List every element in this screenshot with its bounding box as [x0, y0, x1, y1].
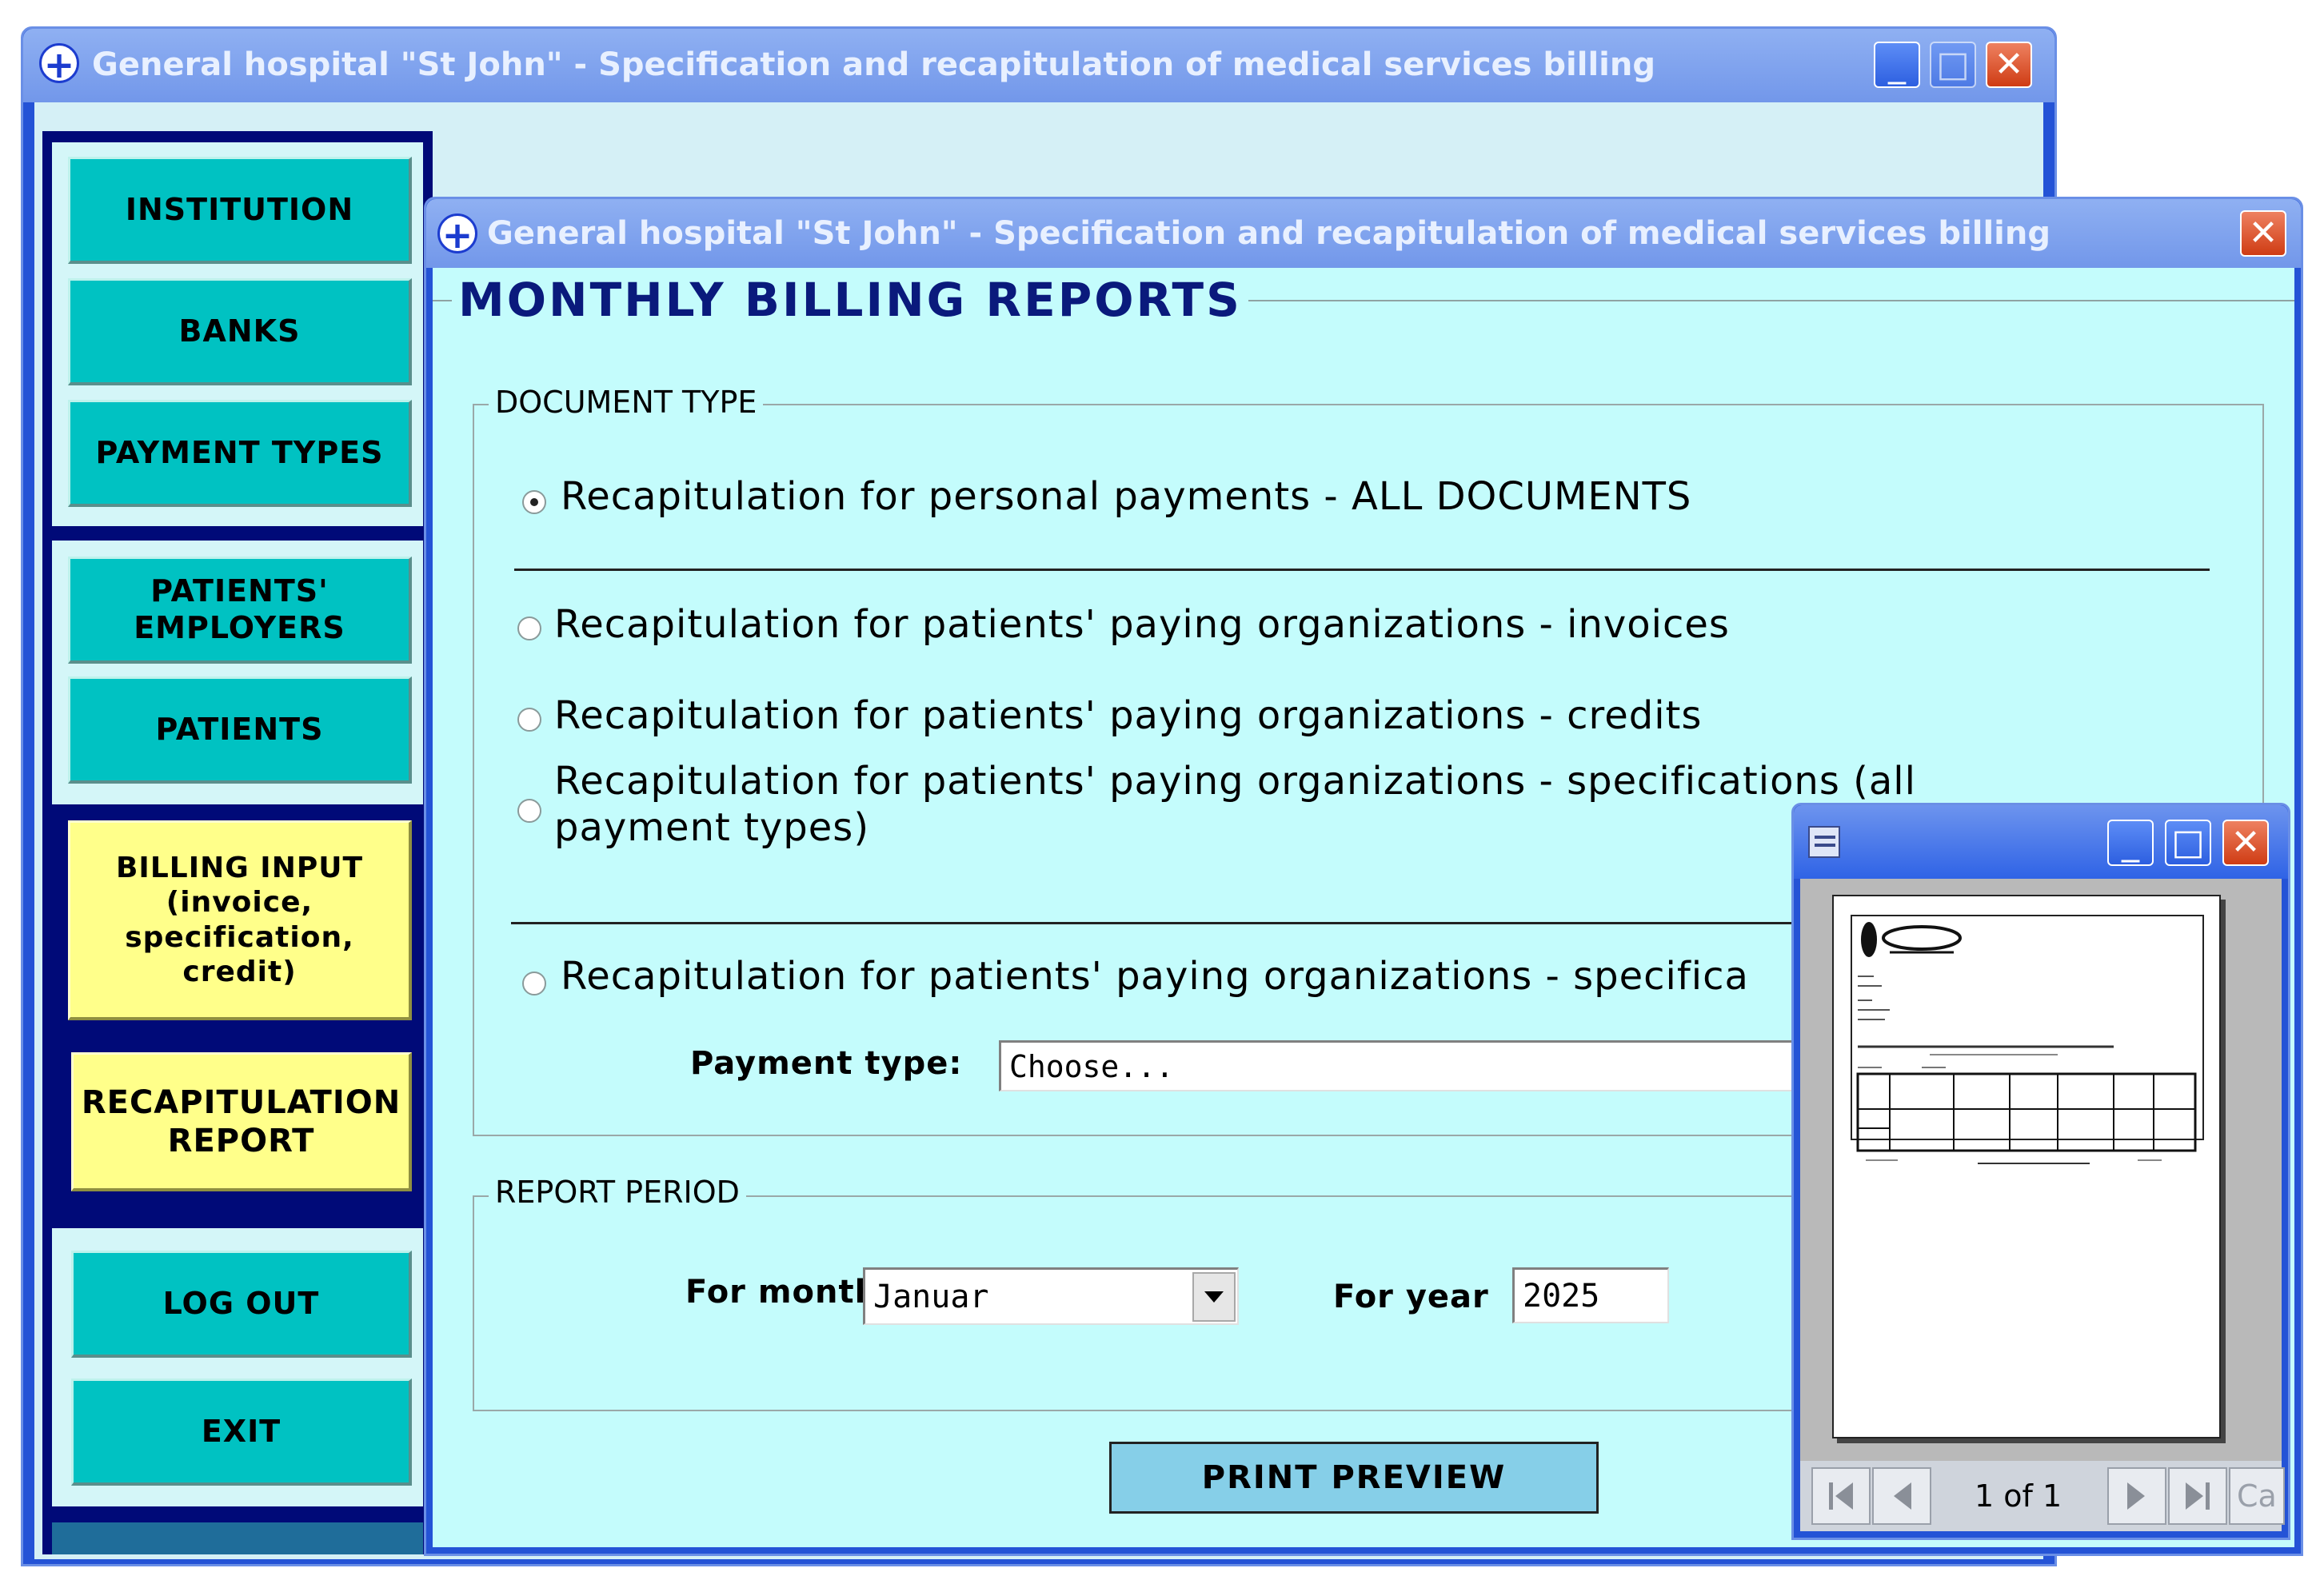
previous-page-button[interactable] [1872, 1467, 1931, 1525]
previous-page-icon [1894, 1482, 1911, 1510]
next-page-icon [2127, 1482, 2145, 1510]
sidebar-footer [52, 1522, 423, 1554]
exit-button[interactable]: EXIT [71, 1379, 412, 1486]
sidebar-group-session: LOG OUT EXIT [52, 1228, 423, 1506]
report-viewer-icon [1808, 826, 1840, 858]
preview-client-area: 1 of 1 Ca [1800, 879, 2285, 1531]
report-window-title: General hospital "St John" - Specificati… [487, 215, 2050, 252]
page-heading: MONTHLY BILLING REPORTS [452, 273, 1248, 327]
report-page-thumbnail [1832, 895, 2221, 1438]
billing-input-button[interactable]: BILLING INPUT (invoice, specification, c… [68, 820, 412, 1020]
report-period-caption: REPORT PERIOD [489, 1175, 746, 1210]
sidebar: INSTITUTION BANKS PAYMENT TYPES PATIENTS… [42, 131, 433, 1554]
preview-titlebar[interactable]: _ □ ✕ [1794, 805, 2288, 879]
radio-credits[interactable] [517, 708, 541, 732]
chevron-down-icon [1204, 1291, 1224, 1303]
month-select[interactable]: Januar [863, 1267, 1239, 1325]
patients-employers-button[interactable]: PATIENTS' EMPLOYERS [68, 557, 412, 664]
preview-maximize-button[interactable]: □ [2165, 820, 2211, 866]
log-out-button[interactable]: LOG OUT [71, 1251, 412, 1358]
maximize-button[interactable]: □ [1930, 42, 1976, 88]
radio-credits-label: Recapitulation for patients' paying orga… [554, 693, 1703, 738]
page-counter: 1 of 1 [1975, 1478, 2062, 1514]
cancel-button[interactable]: Ca [2229, 1467, 2285, 1525]
preview-close-button[interactable]: ✕ [2222, 820, 2269, 866]
close-button[interactable]: ✕ [1986, 42, 2032, 88]
for-year-label: For year [1333, 1279, 1489, 1315]
radio-personal-all[interactable] [522, 490, 546, 514]
payment-type-label: Payment type: [690, 1045, 963, 1082]
month-dropdown-button[interactable] [1192, 1272, 1236, 1322]
year-field[interactable]: 2025 [1512, 1267, 1669, 1323]
sidebar-group-patients: PATIENTS' EMPLOYERS PATIENTS [52, 541, 423, 804]
institution-button[interactable]: INSTITUTION [68, 157, 412, 264]
sidebar-group-setup: INSTITUTION BANKS PAYMENT TYPES [52, 142, 423, 526]
last-page-button[interactable] [2168, 1467, 2227, 1525]
last-page-icon [2186, 1482, 2210, 1510]
cancel-button-label: Ca [2237, 1478, 2277, 1514]
report-close-button[interactable]: ✕ [2240, 210, 2286, 257]
recapitulation-report-button[interactable]: RECAPITULATION REPORT [71, 1052, 412, 1191]
separator-rule-1 [514, 569, 2210, 571]
report-titlebar[interactable]: + General hospital "St John" - Specifica… [426, 199, 2301, 268]
radio-invoices[interactable] [517, 616, 541, 640]
radio-invoices-label: Recapitulation for patients' paying orga… [554, 602, 1730, 647]
minimize-button[interactable]: _ [1874, 42, 1920, 88]
radio-specifications-by-type[interactable] [522, 972, 546, 995]
preview-minimize-button[interactable]: _ [2107, 820, 2154, 866]
banks-button[interactable]: BANKS [68, 278, 412, 385]
main-titlebar[interactable]: + General hospital "St John" - Specifica… [23, 29, 2054, 102]
app-plus-icon: + [39, 43, 79, 84]
patients-button[interactable]: PATIENTS [68, 676, 412, 784]
radio-personal-all-label: Recapitulation for personal payments - A… [561, 474, 1692, 519]
radio-specifications-all-label-line2: payment types) [554, 805, 870, 850]
payment-type-select[interactable]: Choose... [999, 1040, 1799, 1091]
first-page-button[interactable] [1811, 1467, 1871, 1525]
print-preview-button[interactable]: PRINT PREVIEW [1109, 1442, 1599, 1514]
app-plus-icon: + [437, 213, 477, 254]
payment-types-button[interactable]: PAYMENT TYPES [68, 400, 412, 507]
for-month-label: For month [685, 1274, 879, 1311]
month-select-value: Januar [873, 1278, 989, 1315]
main-window-title: General hospital "St John" - Specificati… [92, 46, 1655, 83]
document-type-caption: DOCUMENT TYPE [489, 385, 764, 420]
radio-specifications-all[interactable] [517, 799, 541, 823]
radio-specifications-by-type-label: Recapitulation for patients' paying orga… [561, 954, 1749, 999]
radio-specifications-all-label-line1: Recapitulation for patients' paying orga… [554, 759, 1916, 804]
report-thumbnail-graphic [1851, 915, 2204, 1164]
first-page-icon [1829, 1482, 1853, 1510]
preview-navigation-bar: 1 of 1 Ca [1800, 1461, 2285, 1531]
preview-window: _ □ ✕ 1 of 1 Ca [1791, 803, 2290, 1540]
next-page-button[interactable] [2107, 1467, 2166, 1525]
